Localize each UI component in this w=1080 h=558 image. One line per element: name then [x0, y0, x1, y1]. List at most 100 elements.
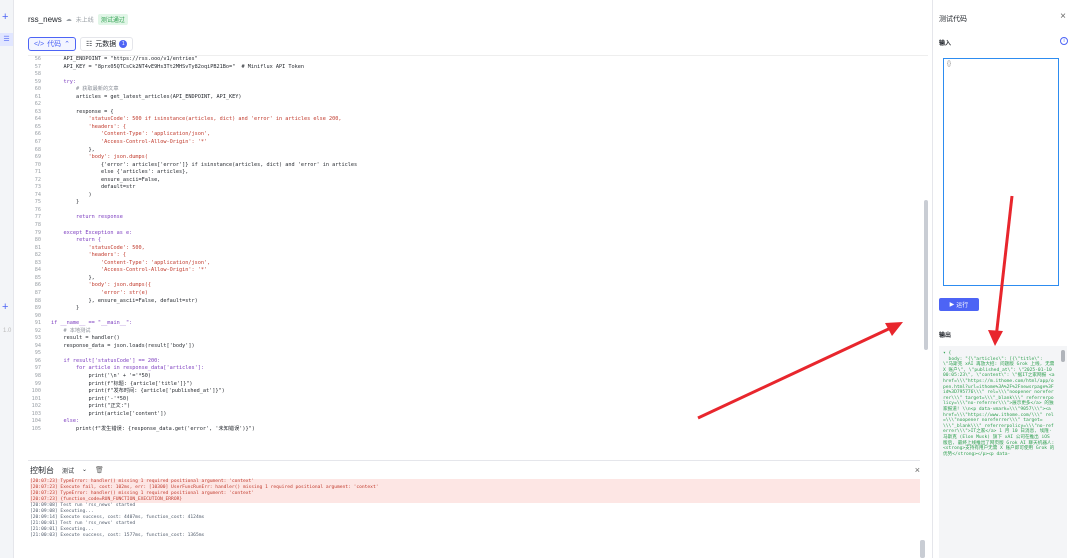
run-button[interactable]: ▶ 运行 — [939, 298, 979, 311]
code-text: else {'articles': articles}, — [51, 169, 189, 176]
function-name: rss_news — [28, 14, 62, 24]
output-label: 输出 — [939, 333, 952, 339]
input-value: {} — [947, 61, 952, 67]
code-text: return response — [51, 214, 123, 221]
code-text: print('\n' + '='*50) — [51, 372, 151, 379]
add-node-icon[interactable]: + — [2, 302, 8, 313]
code-text: # 获取最新的文章 — [51, 86, 119, 93]
play-icon: ▶ — [949, 302, 955, 308]
test-panel: 测试代码 × 输入 i {} ▶ 运行 输出 ▾ { body: "{\"art… — [932, 0, 1080, 558]
close-icon[interactable]: × — [1060, 11, 1066, 22]
code-line: 104 else: — [28, 418, 928, 426]
code-line: 103 print(article['content']) — [28, 411, 928, 419]
tab-code-label: 代码 — [47, 41, 62, 48]
output-scrollbar[interactable] — [1061, 350, 1065, 362]
code-line: 102 print("正文:") — [28, 403, 928, 411]
code-line: 94 response_data = json.loads(result['bo… — [28, 343, 928, 351]
line-number: 87 — [34, 289, 41, 296]
console-panel: 控制台 测试 ⌄ 🗑 × [20:07:23] TypeError: handl… — [28, 460, 920, 558]
code-line: 74 ) — [28, 192, 928, 200]
close-icon[interactable]: × — [915, 465, 920, 475]
code-text: default=str — [51, 184, 136, 191]
function-header: rss_news ☁ 未上线 测试通过 — [28, 13, 128, 25]
line-number: 93 — [34, 335, 41, 342]
code-text: ensure_ascii=False, — [51, 176, 161, 183]
code-line: 78 — [28, 222, 928, 230]
code-line: 68 }, — [28, 147, 928, 155]
line-number: 99 — [34, 380, 41, 387]
code-line: 100 print(f"发布时间: {article['published_at… — [28, 388, 928, 396]
cloud-icon: ☁ — [65, 16, 72, 23]
code-text: 'Access-Control-Allow-Origin': '*' — [51, 139, 208, 146]
count-badge: 1 — [119, 40, 128, 48]
line-number: 90 — [34, 312, 41, 319]
code-line: 87 'error': str(e) — [28, 290, 928, 298]
code-icon: </> — [34, 40, 45, 48]
line-number: 95 — [34, 350, 41, 357]
code-line: 97 for article in response_data['article… — [28, 365, 928, 373]
code-text: API_KEY = "8prx05QTCsCk2NT4vE9Hs3Tt2MHSv… — [51, 63, 304, 70]
info-icon[interactable]: i — [1060, 37, 1068, 45]
line-number: 104 — [31, 418, 41, 425]
line-number: 100 — [31, 388, 41, 395]
code-text: # 本地测试 — [51, 327, 91, 334]
code-text: 'body': json.dumps({ — [51, 282, 151, 289]
code-line: 70 {'error': articles['error']} if isins… — [28, 162, 928, 170]
editor-tabs: </> 代码 ⌃ ☷ 元数据 1 — [28, 37, 134, 51]
line-number: 74 — [34, 191, 41, 198]
grid-icon: ☷ — [86, 41, 93, 48]
code-line: 59 try: — [28, 79, 928, 87]
add-icon[interactable]: + — [2, 12, 8, 23]
line-number: 71 — [34, 169, 41, 176]
code-text: 'headers': { — [51, 252, 126, 259]
code-line: 85 }, — [28, 275, 928, 283]
chevron-icon: ⌃ — [64, 41, 70, 48]
line-number: 98 — [34, 372, 41, 379]
output-viewer[interactable]: ▾ { body: "{\"articles\": [{\"title\": \… — [939, 346, 1067, 558]
line-number: 105 — [31, 425, 41, 432]
code-text: 'statusCode': 500 if isinstance(articles… — [51, 116, 342, 123]
code-line: 60 # 获取最新的文章 — [28, 86, 928, 94]
code-text: 'Access-Control-Allow-Origin': '*' — [51, 267, 208, 274]
tab-metadata-label: 元数据 — [95, 41, 117, 48]
editor-scrollbar[interactable] — [924, 200, 928, 350]
code-line: 89 } — [28, 305, 928, 313]
status-text: 未上线 — [75, 17, 94, 24]
code-line: 105 print(f"发生错误: {response_data.get('er… — [28, 426, 928, 434]
code-text: print("正文:") — [51, 403, 131, 410]
code-line: 65 'headers': { — [28, 124, 928, 132]
app-window: + ☰ + 1.0 rss_news ☁ 未上线 测试通过 </> 代码 ⌃ ☷… — [0, 0, 1080, 558]
code-line: 66 'Content-Type': 'application/json', — [28, 131, 928, 139]
console-toolbar: 控制台 测试 ⌄ 🗑 × — [28, 461, 920, 479]
code-text: 'error': str(e) — [51, 289, 148, 296]
input-editor[interactable]: {} — [943, 58, 1059, 286]
line-number: 97 — [34, 365, 41, 372]
code-text: }, — [51, 146, 95, 153]
line-number: 86 — [34, 282, 41, 289]
code-editor[interactable]: 56 API_ENDPOINT = "https://rss.ooo/v1/en… — [28, 55, 928, 455]
line-number: 91 — [34, 320, 41, 327]
code-text: 'statusCode': 500, — [51, 244, 145, 251]
code-line: 57 API_KEY = "8prx05QTCsCk2NT4vE9Hs3Tt2M… — [28, 64, 928, 72]
tab-code[interactable]: </> 代码 ⌃ — [28, 37, 76, 51]
code-text: except Exception as e: — [51, 229, 133, 236]
line-number: 81 — [34, 244, 41, 251]
code-line: 73 default=str — [28, 184, 928, 192]
console-scrollbar[interactable] — [920, 540, 925, 558]
line-number: 63 — [34, 108, 41, 115]
nav-selected-icon[interactable]: ☰ — [0, 33, 13, 46]
tab-metadata[interactable]: ☷ 元数据 1 — [80, 37, 134, 51]
code-line: 58 — [28, 71, 928, 79]
chevron-down-icon: ⌄ — [82, 466, 88, 473]
code-line: 90 — [28, 313, 928, 321]
console-filter-select[interactable]: 测试 ⌄ — [62, 466, 87, 475]
code-text: } — [51, 199, 80, 206]
code-text: }, — [51, 274, 95, 281]
code-text: response = { — [51, 108, 114, 115]
code-line: 75 } — [28, 199, 928, 207]
line-number: 64 — [34, 116, 41, 123]
line-number: 67 — [34, 139, 41, 146]
line-number: 78 — [34, 222, 41, 229]
clear-icon[interactable]: 🗑 — [95, 466, 104, 474]
code-text: {'error': articles['error']} if isinstan… — [51, 161, 358, 168]
